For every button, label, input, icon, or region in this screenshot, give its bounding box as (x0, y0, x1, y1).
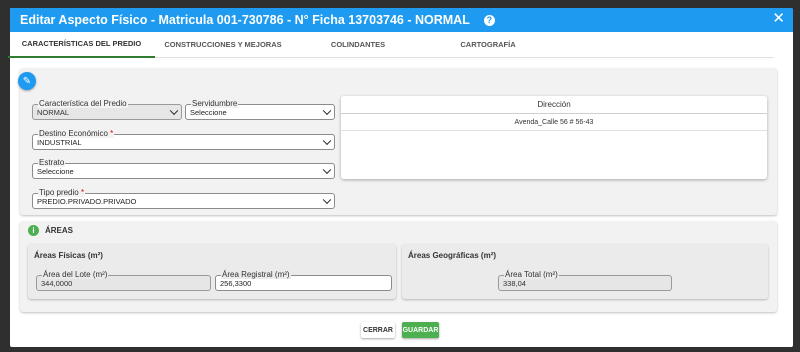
direccion-table: Dirección Avenda_Calle 56 # 56-43 (341, 96, 767, 179)
tab-caracteristicas[interactable]: CARACTERÍSTICAS DEL PREDIO (8, 30, 155, 58)
destino-select[interactable]: Destino Económico * INDUSTRIAL (32, 129, 335, 150)
guardar-button[interactable]: GUARDAR (402, 322, 439, 338)
dialog-title: Editar Aspecto Físico - Matricula 001-73… (20, 13, 470, 27)
direccion-header: Dirección (341, 96, 767, 114)
areas-title: ÁREAS (45, 226, 74, 235)
caracteristica-select[interactable]: Característica del Predio NORMAL (32, 99, 182, 120)
areas-geograficas-title: Áreas Geográficas (m²) (408, 251, 497, 260)
caracteristica-label: Característica del Predio (38, 99, 128, 108)
areas-geograficas-card: Áreas Geográficas (m²) Área Total (m²) 3… (402, 244, 768, 299)
area-lote-field[interactable]: Área del Lote (m²) 344,0000 (36, 270, 211, 291)
areas-fisicas-card: Áreas Físicas (m²) Área del Lote (m²) 34… (28, 244, 396, 299)
dialog-titlebar: Editar Aspecto Físico - Matricula 001-73… (10, 8, 793, 32)
cerrar-button[interactable]: CERRAR (361, 322, 395, 338)
info-icon: i (28, 225, 39, 236)
servidumbre-select[interactable]: Servidumbre Seleccione (185, 99, 335, 120)
tab-bar: CARACTERÍSTICAS DEL PREDIO CONSTRUCCIONE… (8, 30, 774, 58)
tab-construcciones[interactable]: CONSTRUCCIONES Y MEJORAS (148, 30, 298, 58)
servidumbre-label: Servidumbre (191, 99, 239, 108)
estrato-select[interactable]: Estrato Seleccione (32, 158, 335, 179)
tab-cartografia[interactable]: CARTOGRAFÍA (433, 30, 543, 58)
table-row[interactable]: Avenda_Calle 56 # 56-43 (341, 114, 767, 131)
tab-colindantes[interactable]: COLINDANTES (298, 30, 418, 58)
estrato-label: Estrato (38, 158, 66, 167)
question-circle-icon[interactable]: ? (483, 14, 495, 26)
required-mark: * (80, 188, 85, 197)
destino-label: Destino Económico * (38, 129, 115, 138)
areas-header: i ÁREAS (28, 225, 73, 236)
required-mark: * (110, 129, 114, 138)
area-total-field[interactable]: Área Total (m²) 338,04 (498, 270, 672, 291)
area-registral-label: Área Registral (m²) (221, 270, 291, 279)
area-registral-field[interactable]: Área Registral (m²) 256,3300 (215, 270, 392, 291)
area-lote-label: Área del Lote (m²) (42, 270, 109, 279)
close-icon[interactable]: ✕ (772, 11, 785, 27)
area-total-label: Área Total (m²) (504, 270, 559, 279)
estrato-value[interactable]: Seleccione (32, 163, 335, 179)
pencil-icon[interactable]: ✎ (18, 72, 36, 90)
tipo-predio-label: Tipo predio * (38, 188, 86, 197)
areas-fisicas-title: Áreas Físicas (m²) (34, 251, 103, 260)
tipo-predio-select[interactable]: Tipo predio * PREDIO.PRIVADO.PRIVADO (32, 188, 335, 209)
